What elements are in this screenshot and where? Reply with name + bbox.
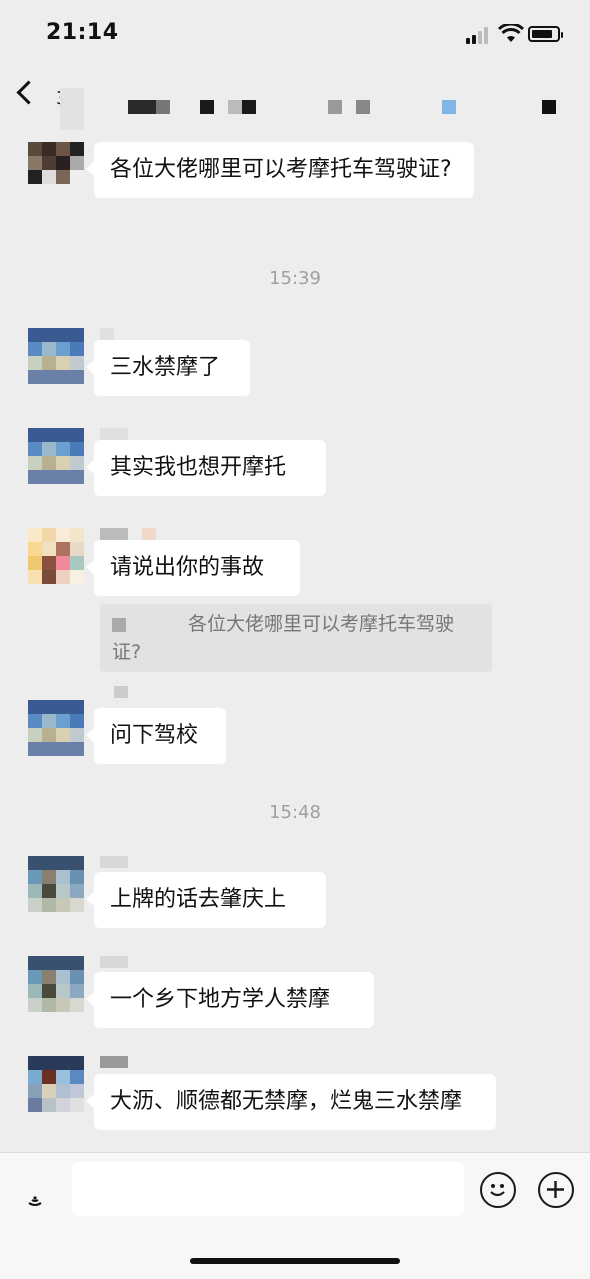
message-text: 问下驾校 <box>110 723 199 748</box>
message-text: 其实我也想开摩托 <box>110 455 287 480</box>
quote-text: 各位大佬哪里可以考摩托车驾驶证? <box>112 613 455 663</box>
signal-icon <box>466 26 492 44</box>
avatar[interactable] <box>28 528 84 584</box>
sender-name-blurred <box>100 528 128 540</box>
message-bubble[interactable]: 上牌的话去肇庆上 <box>86 872 326 928</box>
message-bubble[interactable]: 问下驾校 <box>86 708 226 764</box>
message-text: 上牌的话去肇庆上 <box>110 887 287 912</box>
message-text: 三水禁摩了 <box>110 355 221 380</box>
quoted-message[interactable]: 各位大佬哪里可以考摩托车驾驶证? <box>100 604 492 672</box>
battery-icon <box>528 26 563 42</box>
sender-name-blurred <box>100 428 128 440</box>
plus-icon[interactable] <box>538 1172 574 1208</box>
sender-name-blurred <box>100 856 128 868</box>
avatar[interactable] <box>28 1056 84 1112</box>
message-bubble[interactable]: 大沥、顺德都无禁摩，烂鬼三水禁摩 <box>86 1074 496 1130</box>
timestamp: 15:48 <box>269 802 321 823</box>
chevron-left-icon[interactable] <box>16 80 41 105</box>
status-time: 21:14 <box>46 20 119 45</box>
sender-name-blurred <box>114 686 128 698</box>
home-indicator[interactable] <box>190 1258 400 1264</box>
emoji-icon[interactable] <box>480 1172 516 1208</box>
sender-name-blurred <box>100 956 128 968</box>
message-text: 大沥、顺德都无禁摩，烂鬼三水禁摩 <box>110 1089 463 1114</box>
message-text: 一个乡下地方学人禁摩 <box>110 987 331 1012</box>
message-text: 请说出你的事故 <box>110 555 265 580</box>
quote-sender-blurred <box>112 617 126 632</box>
voice-icon[interactable] <box>22 1182 48 1208</box>
message-bubble[interactable]: 各位大佬哪里可以考摩托车驾驶证? <box>86 142 474 198</box>
chat-title-blurred <box>60 80 560 130</box>
message-bubble[interactable]: 三水禁摩了 <box>86 340 250 396</box>
avatar[interactable] <box>28 328 84 384</box>
avatar[interactable] <box>28 142 84 186</box>
sender-name-blurred <box>142 528 156 540</box>
avatar[interactable] <box>28 956 84 1012</box>
message-text: 各位大佬哪里可以考摩托车驾驶证? <box>110 157 452 182</box>
avatar[interactable] <box>28 856 84 912</box>
message-bubble[interactable]: 其实我也想开摩托 <box>86 440 326 496</box>
avatar[interactable] <box>28 428 84 484</box>
message-input[interactable] <box>72 1162 464 1216</box>
sender-name-blurred <box>100 1056 128 1068</box>
message-bubble[interactable]: 一个乡下地方学人禁摩 <box>86 972 374 1028</box>
sender-name-blurred <box>100 328 114 340</box>
wifi-icon <box>498 24 524 42</box>
avatar[interactable] <box>28 700 84 756</box>
message-bubble[interactable]: 请说出你的事故 <box>86 540 300 596</box>
timestamp: 15:39 <box>269 268 321 289</box>
